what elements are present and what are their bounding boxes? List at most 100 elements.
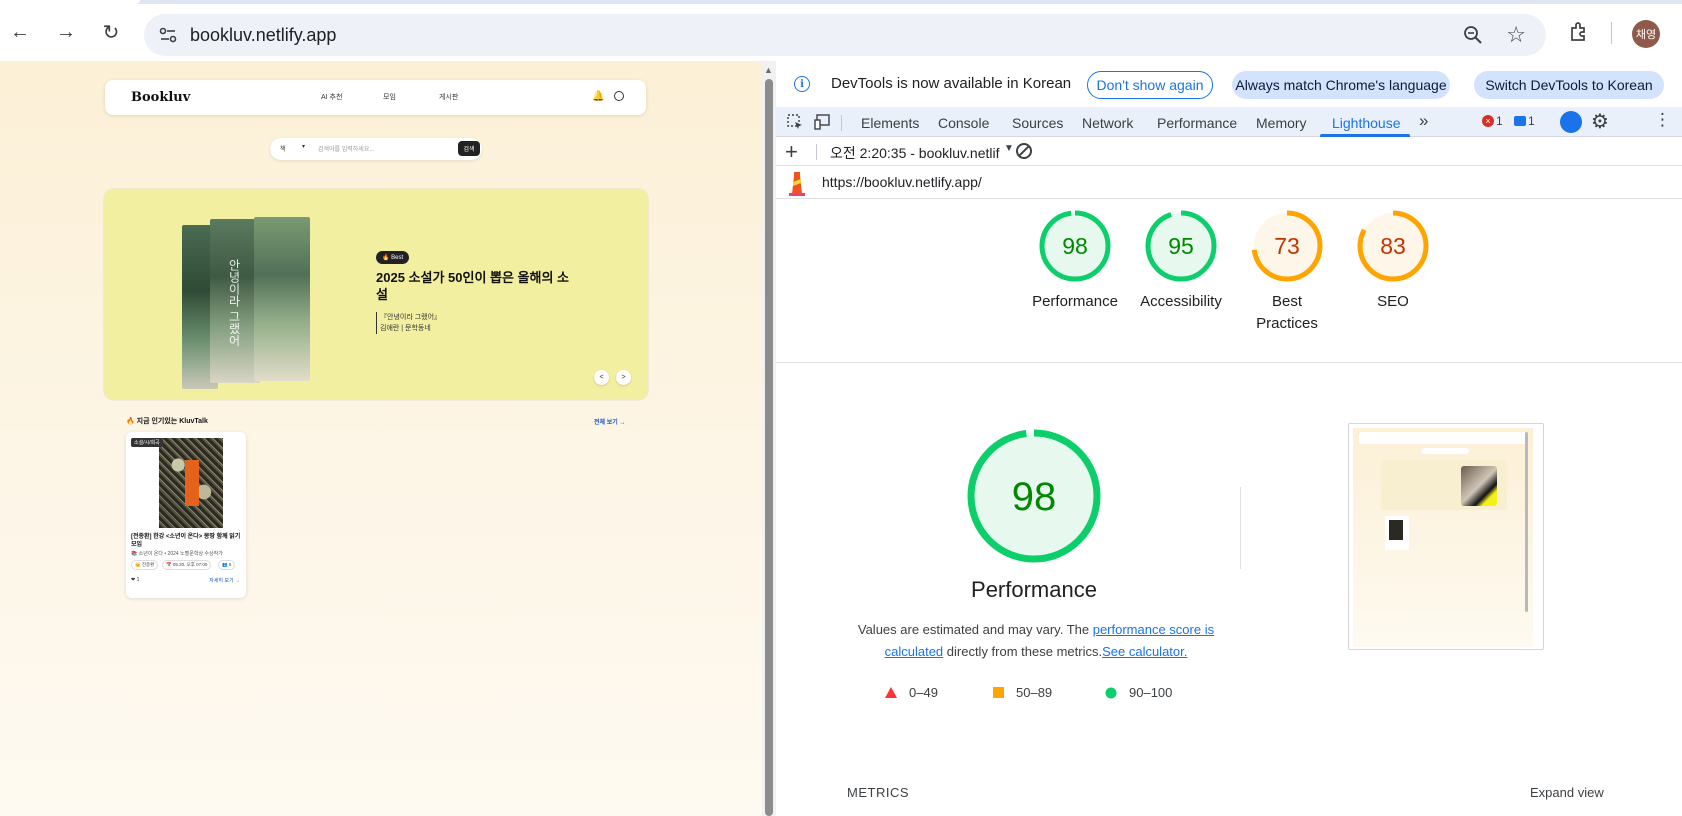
legend-average-range: 50–89 (1016, 685, 1053, 700)
inspect-element-icon[interactable] (786, 113, 804, 131)
legend-fail: 0–49 (885, 685, 938, 700)
card-meta: 📚 소년이 온다 • 2024 노벨문학상 수상작가 (131, 551, 223, 557)
devtools-tab-bar: Elements Console Sources Network Perform… (776, 107, 1682, 137)
gauge-score-value: 95 (1168, 233, 1194, 259)
kluvtalk-card[interactable]: 소설/시/희곡 [전종환] 한강 <소년이 온다> 몽땅 함께 읽기 모임 📚 … (126, 432, 246, 598)
new-report-icon[interactable]: + (785, 139, 798, 165)
always-match-language-button[interactable]: Always match Chrome's language (1232, 71, 1450, 99)
gauge-score-value: 73 (1274, 233, 1300, 259)
see-calculator-link[interactable]: See calculator. (1102, 644, 1187, 659)
hero-prev-button[interactable]: < (594, 370, 609, 385)
site-search-button[interactable]: 검색 (458, 141, 480, 156)
address-bar[interactable]: bookluv.netlify.app ☆ (144, 14, 1546, 56)
gauge-label: Best Practices (1256, 293, 1318, 332)
gauge-ring: 73 (1251, 210, 1323, 282)
active-tab-indicator (1320, 134, 1410, 137)
square-icon (993, 686, 1004, 698)
report-url[interactable]: https://bookluv.netlify.app/ (822, 174, 982, 190)
toolbar-divider (1611, 22, 1612, 44)
site-logo[interactable]: Bookluv (131, 90, 190, 105)
bell-icon[interactable]: 🔔 (592, 91, 604, 102)
scroll-up-icon[interactable]: ▲ (764, 65, 773, 75)
devtools-panel: i DevTools is now available in Korean Do… (776, 61, 1682, 816)
error-count-badge[interactable]: × 1 (1482, 114, 1503, 128)
tab-console[interactable]: Console (938, 115, 989, 131)
report-url-row: https://bookluv.netlify.app/ (776, 166, 1682, 199)
more-options-icon[interactable]: ⋮ (1654, 110, 1671, 130)
tab-network[interactable]: Network (1082, 115, 1133, 131)
nav-meetings[interactable]: 모임 (383, 92, 396, 102)
user-icon[interactable] (614, 91, 624, 101)
message-count-badge[interactable]: 1 (1514, 114, 1535, 128)
tab-elements[interactable]: Elements (861, 115, 919, 131)
cover-title-band (185, 460, 199, 506)
legend-average: 50–89 (992, 685, 1052, 700)
tab-lighthouse[interactable]: Lighthouse (1332, 115, 1401, 131)
nav-ai-recommend[interactable]: AI 추천 (321, 92, 342, 102)
performance-gauge: 98 (967, 429, 1101, 563)
gauge-label: SEO (1377, 293, 1409, 310)
gauge-ring: 83 (1357, 210, 1429, 282)
hero-author-publisher: 김애란 | 문학동네 (380, 325, 431, 332)
page-scrollbar[interactable]: ▲ (762, 61, 776, 816)
back-icon[interactable]: ← (6, 18, 34, 46)
profile-avatar[interactable]: 채영 (1632, 20, 1660, 48)
scrollbar-thumb[interactable] (765, 79, 773, 816)
devtools-language-infobar: i DevTools is now available in Korean Do… (776, 61, 1682, 107)
book-spine-title: 안녕이라 그랬어 (227, 259, 241, 347)
url-text[interactable]: bookluv.netlify.app (190, 25, 336, 46)
gauge-score-value: 98 (1062, 233, 1088, 259)
chevron-down-icon[interactable]: ▾ (302, 143, 305, 150)
thumbnail-image (1353, 428, 1533, 647)
likes-count[interactable]: ❤ 1 (131, 577, 139, 583)
card-detail-link[interactable]: 자세히 보기 → (209, 577, 240, 584)
host-chip: 👑 전종환 (131, 560, 159, 570)
performance-title: Performance (971, 577, 1097, 602)
score-gauge-seo[interactable]: 83 SEO (1338, 209, 1448, 313)
performance-score-value: 98 (1012, 475, 1057, 519)
device-toolbar-icon[interactable] (814, 113, 832, 131)
tab-performance[interactable]: Performance (1157, 115, 1237, 131)
lighthouse-logo-icon (789, 172, 805, 196)
browser-toolbar: ← → ↻ bookluv.netlify.app ☆ 채영 (0, 4, 1682, 61)
forward-icon[interactable]: → (52, 18, 80, 46)
best-badge: 🔥 Best (376, 251, 410, 264)
zoom-icon[interactable] (1462, 24, 1484, 46)
infobar-message: DevTools is now available in Korean (831, 75, 1072, 92)
error-icon: × (1482, 115, 1494, 127)
score-gauge-performance[interactable]: 98 Performance (1020, 209, 1130, 313)
ai-assistance-icon[interactable] (1560, 111, 1582, 133)
bookmark-star-icon[interactable]: ☆ (1506, 22, 1526, 48)
gauge-ring: 95 (1145, 210, 1217, 282)
gauge-ring: 98 (1039, 210, 1111, 282)
popular-see-all-link[interactable]: 전체 보기 → (594, 417, 625, 426)
site-search-input[interactable]: 검색어를 입력하세요... (318, 144, 374, 153)
hero-banner[interactable]: 안녕이라 그랬어 🔥 Best 2025 소설가 50인이 뽑은 올해의 소설 … (104, 189, 648, 400)
extensions-icon[interactable] (1568, 20, 1592, 44)
expand-view-toggle[interactable]: Expand view (1530, 785, 1604, 800)
gear-icon[interactable]: ⚙ (1591, 109, 1609, 134)
desc-prefix: Values are estimated and may vary. The (857, 622, 1093, 637)
clear-reports-icon[interactable] (1016, 143, 1032, 159)
more-tabs-icon[interactable]: » (1419, 111, 1428, 131)
score-gauge-accessibility[interactable]: 95 Accessibility (1126, 209, 1236, 313)
tab-sources[interactable]: Sources (1012, 115, 1063, 131)
nav-board[interactable]: 게시판 (439, 92, 458, 102)
reload-icon[interactable]: ↻ (97, 18, 125, 46)
page-screenshot-thumbnail[interactable] (1348, 423, 1544, 650)
gauge-score-value: 83 (1380, 233, 1406, 259)
chevron-down-icon[interactable]: ▼ (1004, 143, 1014, 154)
dont-show-again-button[interactable]: Don't show again (1087, 71, 1213, 99)
search-category-select[interactable]: 책 (280, 144, 286, 153)
book-cover-image: 안녕이라 그랬어 (210, 219, 260, 383)
card-title: [전종환] 한강 <소년이 온다> 몽땅 함께 읽기 모임 (131, 534, 241, 548)
hero-next-button[interactable]: > (616, 370, 631, 385)
score-gauge-best-practices[interactable]: 73 Best Practices (1232, 209, 1342, 335)
site-info-icon[interactable] (158, 25, 178, 45)
switch-to-korean-button[interactable]: Switch DevTools to Korean (1474, 71, 1664, 99)
report-selector[interactable]: 오전 2:20:35 - bookluv.netlif (830, 143, 999, 163)
toolbar-divider (841, 115, 842, 131)
section-divider (1240, 487, 1241, 569)
triangle-icon (885, 686, 897, 698)
tab-memory[interactable]: Memory (1256, 115, 1307, 131)
